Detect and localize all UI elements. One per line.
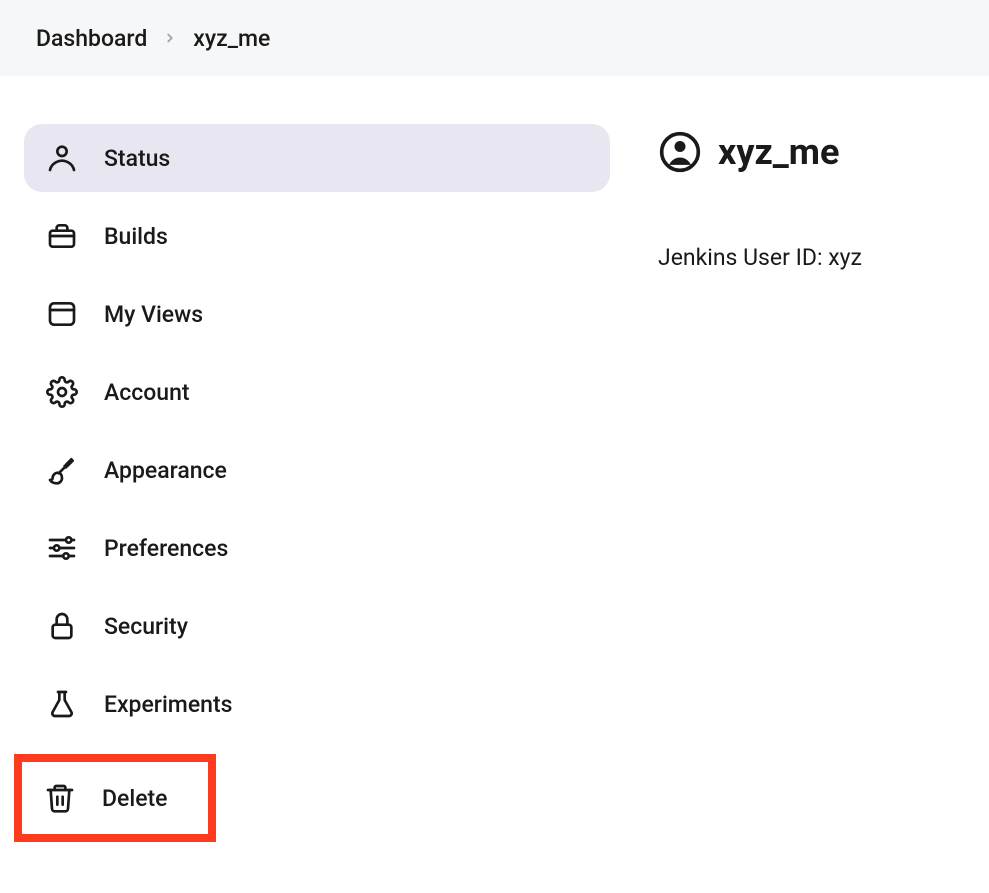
toolbox-icon <box>46 220 78 252</box>
breadcrumb-dashboard[interactable]: Dashboard <box>36 25 147 52</box>
sidebar-item-preferences[interactable]: Preferences <box>24 514 610 582</box>
page-title: xyz_me <box>718 131 839 173</box>
user-heading: xyz_me <box>658 130 862 174</box>
sidebar-item-label: Experiments <box>104 691 232 718</box>
sidebar-item-label: Delete <box>102 785 168 812</box>
flask-icon <box>46 688 78 720</box>
content: xyz_me Jenkins User ID: xyz <box>658 124 862 842</box>
chevron-right-icon <box>163 31 177 45</box>
person-icon <box>46 142 78 174</box>
sidebar-item-experiments[interactable]: Experiments <box>24 670 610 738</box>
sidebar-item-label: Security <box>104 613 188 640</box>
sidebar-item-security[interactable]: Security <box>24 592 610 660</box>
sidebar-item-label: Status <box>104 145 170 172</box>
breadcrumb-user[interactable]: xyz_me <box>193 25 270 52</box>
lock-icon <box>46 610 78 642</box>
sidebar-item-label: Builds <box>104 223 168 250</box>
sidebar-item-builds[interactable]: Builds <box>24 202 610 270</box>
sidebar-item-label: My Views <box>104 301 203 328</box>
sliders-icon <box>46 532 78 564</box>
user-circle-icon <box>658 130 702 174</box>
user-id-line: Jenkins User ID: xyz <box>658 244 862 271</box>
sidebar-item-label: Preferences <box>104 535 228 562</box>
sidebar-item-label: Account <box>104 379 190 406</box>
trash-icon <box>44 782 76 814</box>
sidebar: Status Builds My Views <box>24 124 610 842</box>
breadcrumb: Dashboard xyz_me <box>0 0 989 76</box>
sidebar-item-my-views[interactable]: My Views <box>24 280 610 348</box>
sidebar-item-status[interactable]: Status <box>24 124 610 192</box>
highlight-box: Delete <box>14 754 216 842</box>
gear-icon <box>46 376 78 408</box>
sidebar-item-appearance[interactable]: Appearance <box>24 436 610 504</box>
brush-icon <box>46 454 78 486</box>
window-icon <box>46 298 78 330</box>
sidebar-item-account[interactable]: Account <box>24 358 610 426</box>
sidebar-item-label: Appearance <box>104 457 227 484</box>
sidebar-item-delete[interactable]: Delete <box>22 762 208 834</box>
